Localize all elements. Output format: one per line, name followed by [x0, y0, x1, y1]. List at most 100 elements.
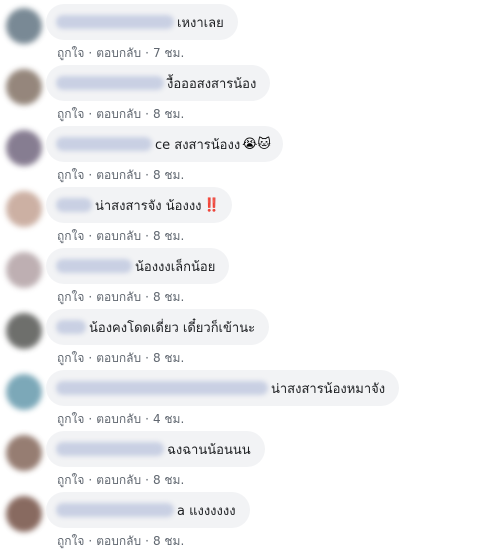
like-link[interactable]: ถูกใจ	[57, 534, 84, 548]
separator: ·	[88, 473, 93, 487]
separator: ·	[88, 46, 93, 60]
comment-item: น้องคงโดดเดี่ยว เดี๋ยวก็เข้านะ ถูกใจ · ตอบ…	[0, 309, 484, 369]
comment-text: งื้อออสงสารน้อง	[167, 76, 257, 92]
like-link[interactable]: ถูกใจ	[57, 229, 84, 243]
timestamp[interactable]: 7 ชม.	[153, 46, 184, 60]
comment-actions: ถูกใจ · ตอบกลับ · 8 ชม.	[57, 227, 184, 246]
comment-item: น่าสงสารน้องหมาจัง ถูกใจ · ตอบกลับ · 4 ชม.	[0, 370, 484, 430]
comment-text: เหงาเลย	[177, 15, 224, 31]
separator: ·	[145, 412, 149, 426]
separator: ·	[145, 168, 149, 182]
reply-link[interactable]: ตอบกลับ	[96, 168, 141, 182]
comment-text: ce สงสารน้องง	[155, 137, 241, 153]
comment-text: น้องงงเล็กน้อย	[135, 259, 216, 275]
reply-link[interactable]: ตอบกลับ	[96, 229, 141, 243]
author-name-redacted[interactable]	[56, 137, 152, 151]
comment-actions: ถูกใจ · ตอบกลับ · 7 ชม.	[57, 44, 184, 63]
separator: ·	[145, 229, 149, 243]
comment-item: งื้อออสงสารน้อง ถูกใจ · ตอบกลับ · 8 ชม.	[0, 65, 484, 125]
comment-bubble: a แงงงงงง	[46, 492, 250, 528]
reply-link[interactable]: ตอบกลับ	[96, 46, 141, 60]
separator: ·	[145, 351, 149, 365]
comment-bubble: ฉงฉานน้อนนน	[46, 431, 265, 467]
author-name-redacted[interactable]	[56, 442, 164, 456]
reply-link[interactable]: ตอบกลับ	[96, 534, 141, 548]
reply-link[interactable]: ตอบกลับ	[96, 412, 141, 426]
like-link[interactable]: ถูกใจ	[57, 168, 84, 182]
comment-bubble: ce สงสารน้องง 😭🐱	[46, 126, 283, 162]
separator: ·	[88, 168, 93, 182]
comment-item: a แงงงงงง ถูกใจ · ตอบกลับ · 8 ชม.	[0, 492, 484, 552]
comment-emoji: 😭🐱	[242, 136, 271, 152]
like-link[interactable]: ถูกใจ	[57, 412, 84, 426]
comment-item: น้องงงเล็กน้อย ถูกใจ · ตอบกลับ · 8 ชม.	[0, 248, 484, 308]
avatar[interactable]	[6, 313, 42, 349]
timestamp[interactable]: 8 ชม.	[153, 229, 184, 243]
avatar[interactable]	[6, 374, 42, 410]
comment-actions: ถูกใจ · ตอบกลับ · 8 ชม.	[57, 288, 184, 307]
comment-item: เหงาเลย ถูกใจ · ตอบกลับ · 7 ชม.	[0, 4, 484, 64]
comment-item: ฉงฉานน้อนนน ถูกใจ · ตอบกลับ · 8 ชม.	[0, 431, 484, 491]
avatar[interactable]	[6, 252, 42, 288]
avatar[interactable]	[6, 69, 42, 105]
comment-text: น่าสงสารจัง น้องงง	[95, 198, 202, 214]
separator: ·	[145, 107, 149, 121]
author-name-redacted[interactable]	[56, 76, 164, 90]
comment-actions: ถูกใจ · ตอบกลับ · 8 ชม.	[57, 105, 184, 124]
comment-text: น้องคงโดดเดี่ยว เดี๋ยวก็เข้านะ	[89, 320, 256, 336]
avatar[interactable]	[6, 130, 42, 166]
timestamp[interactable]: 8 ชม.	[153, 290, 184, 304]
timestamp[interactable]: 8 ชม.	[153, 107, 184, 121]
separator: ·	[88, 107, 93, 121]
timestamp[interactable]: 4 ชม.	[153, 412, 184, 426]
comment-bubble: เหงาเลย	[46, 4, 238, 40]
author-name-redacted[interactable]	[56, 503, 174, 517]
comment-actions: ถูกใจ · ตอบกลับ · 8 ชม.	[57, 349, 184, 368]
separator: ·	[88, 412, 93, 426]
comment-item: ce สงสารน้องง 😭🐱 ถูกใจ · ตอบกลับ · 8 ชม.	[0, 126, 484, 186]
like-link[interactable]: ถูกใจ	[57, 107, 84, 121]
timestamp[interactable]: 8 ชม.	[153, 534, 184, 548]
reply-link[interactable]: ตอบกลับ	[96, 473, 141, 487]
timestamp[interactable]: 8 ชม.	[153, 168, 184, 182]
reply-link[interactable]: ตอบกลับ	[96, 107, 141, 121]
reply-link[interactable]: ตอบกลับ	[96, 290, 141, 304]
avatar[interactable]	[6, 435, 42, 471]
like-link[interactable]: ถูกใจ	[57, 473, 84, 487]
comment-actions: ถูกใจ · ตอบกลับ · 8 ชม.	[57, 166, 184, 185]
comment-bubble: งื้อออสงสารน้อง	[46, 65, 271, 101]
comment-bubble: น่าสงสารน้องหมาจัง	[46, 370, 400, 406]
comment-bubble: น่าสงสารจัง น้องงง ‼️	[46, 187, 232, 223]
avatar[interactable]	[6, 8, 42, 44]
author-name-redacted[interactable]	[56, 15, 174, 29]
separator: ·	[145, 534, 149, 548]
comment-bubble: น้องงงเล็กน้อย	[46, 248, 230, 284]
comment-bubble: น้องคงโดดเดี่ยว เดี๋ยวก็เข้านะ	[46, 309, 270, 345]
separator: ·	[88, 290, 93, 304]
avatar[interactable]	[6, 496, 42, 532]
separator: ·	[88, 351, 93, 365]
separator: ·	[145, 290, 149, 304]
comment-actions: ถูกใจ · ตอบกลับ · 4 ชม.	[57, 410, 184, 429]
like-link[interactable]: ถูกใจ	[57, 46, 84, 60]
avatar[interactable]	[6, 191, 42, 227]
timestamp[interactable]: 8 ชม.	[153, 351, 184, 365]
comment-text: a แงงงงงง	[177, 503, 236, 519]
separator: ·	[88, 229, 93, 243]
comment-actions: ถูกใจ · ตอบกลับ · 8 ชม.	[57, 532, 184, 551]
like-link[interactable]: ถูกใจ	[57, 290, 84, 304]
author-name-redacted[interactable]	[56, 259, 132, 273]
author-name-redacted[interactable]	[56, 320, 86, 334]
author-name-redacted[interactable]	[56, 381, 268, 395]
separator: ·	[145, 473, 149, 487]
comment-emoji: ‼️	[203, 197, 220, 213]
separator: ·	[145, 46, 149, 60]
separator: ·	[88, 534, 93, 548]
reply-link[interactable]: ตอบกลับ	[96, 351, 141, 365]
comment-text: น่าสงสารน้องหมาจัง	[271, 381, 386, 397]
author-name-redacted[interactable]	[56, 198, 92, 212]
comment-text: ฉงฉานน้อนนน	[167, 442, 251, 458]
comment-actions: ถูกใจ · ตอบกลับ · 8 ชม.	[57, 471, 184, 490]
timestamp[interactable]: 8 ชม.	[153, 473, 184, 487]
like-link[interactable]: ถูกใจ	[57, 351, 84, 365]
